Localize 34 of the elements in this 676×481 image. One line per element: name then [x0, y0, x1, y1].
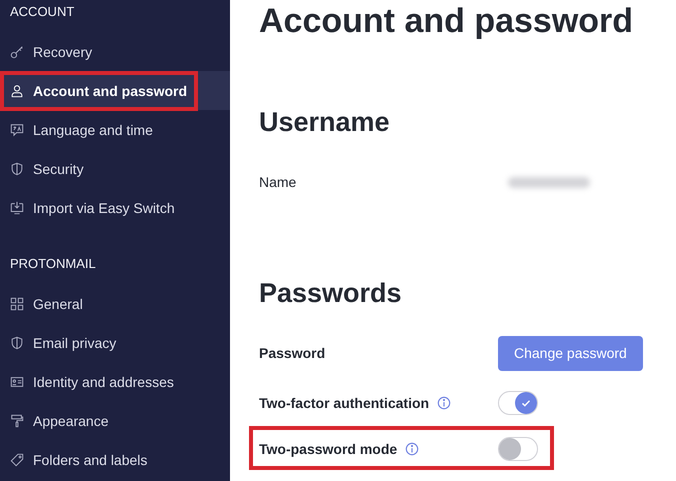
- page-title: Account and password: [259, 1, 634, 42]
- section-heading: PROTONMAIL: [9, 255, 97, 273]
- info-icon[interactable]: [437, 396, 452, 410]
- key-icon: [10, 44, 24, 58]
- speech-bubble-icon: [10, 122, 24, 136]
- field-label: Name: [259, 174, 296, 190]
- sidebar-item[interactable]: Security: [0, 149, 230, 188]
- shield-icon: [10, 162, 24, 176]
- section-title: Passwords: [259, 277, 403, 310]
- change-password-button[interactable]: Change password: [498, 336, 643, 370]
- sidebar-item[interactable]: Appearance: [0, 401, 230, 440]
- sidebar-item[interactable]: Identity and addresses: [0, 362, 230, 401]
- sidebar-item[interactable]: Recovery: [0, 32, 230, 71]
- field-label: Password: [259, 345, 326, 361]
- sidebar-item[interactable]: Folders and labels: [0, 440, 230, 479]
- info-icon[interactable]: [405, 442, 420, 456]
- id-card-icon: [10, 374, 24, 388]
- section-title: Username: [259, 106, 391, 139]
- toggle-switch[interactable]: [498, 437, 538, 461]
- user-icon: [10, 84, 24, 98]
- sidebar-item[interactable]: Language and time: [0, 110, 230, 149]
- sidebar-item[interactable]: General: [0, 284, 230, 323]
- sidebar-item[interactable]: Import via Easy Switch: [0, 188, 230, 227]
- field-label: Two-factor authentication: [259, 395, 430, 411]
- grid-icon: [10, 296, 24, 310]
- field-label: Two-password mode: [259, 441, 398, 457]
- sidebar-item[interactable]: Email privacy: [0, 323, 230, 362]
- shield-icon: [10, 336, 24, 350]
- sidebar-item[interactable]: Account and password: [0, 71, 230, 110]
- toggle-switch[interactable]: [498, 391, 538, 415]
- tag-icon: [10, 452, 24, 466]
- paint-roller-icon: [10, 414, 24, 428]
- download-icon: [10, 200, 24, 214]
- section-heading: ACCOUNT: [9, 3, 76, 21]
